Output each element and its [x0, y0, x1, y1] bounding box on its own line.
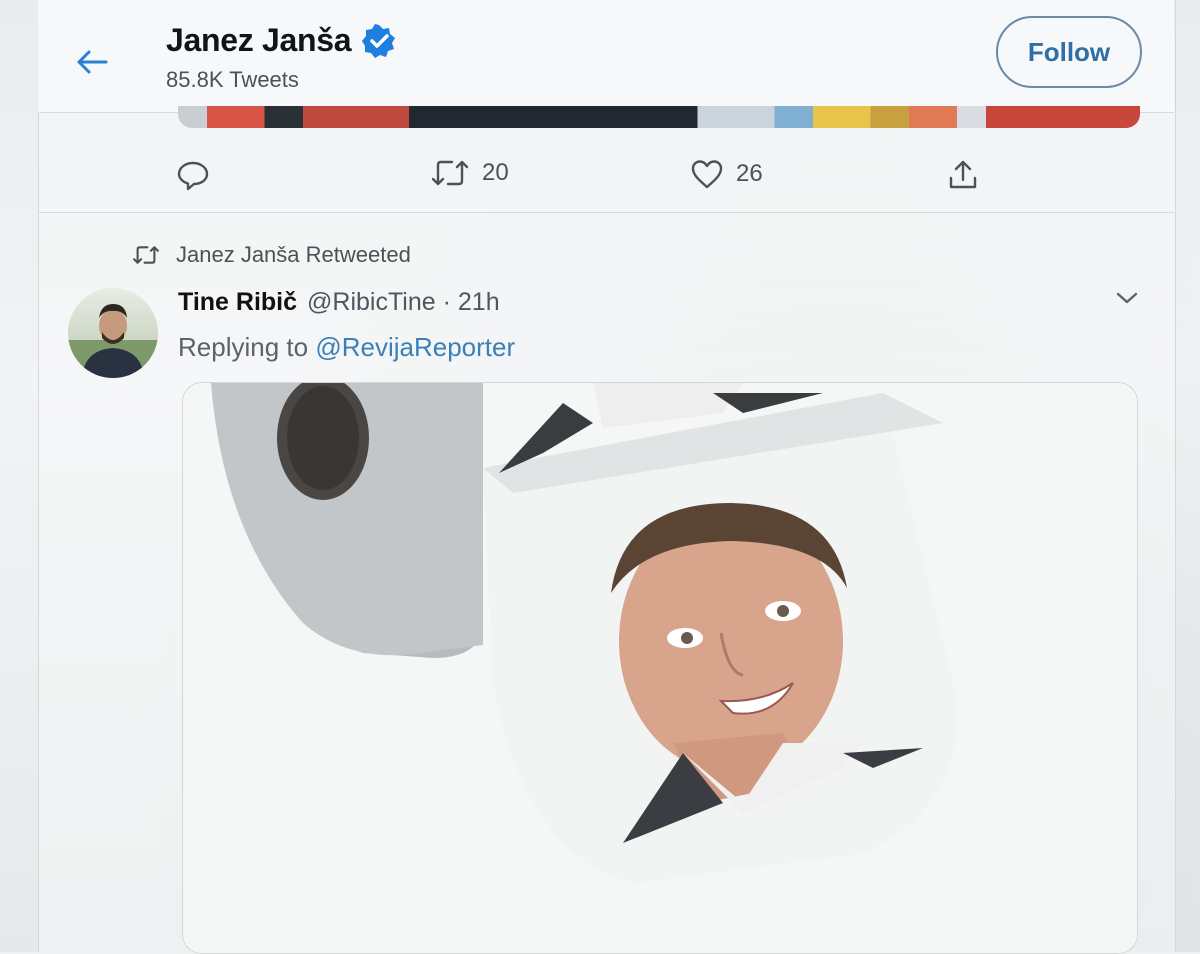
- retweet-icon: [133, 246, 159, 264]
- like-icon: [691, 160, 723, 189]
- retweeted-by-label: Janez Janša Retweeted: [176, 242, 411, 267]
- share-icon: [949, 160, 977, 189]
- author-name[interactable]: Tine Ribič: [178, 288, 297, 317]
- profile-title-block: Janez Janša 85.8K Tweets: [166, 22, 397, 93]
- like-count: 26: [736, 160, 763, 187]
- avatar[interactable]: [68, 288, 158, 378]
- replying-to-link[interactable]: @RevijaReporter: [315, 332, 515, 362]
- back-button[interactable]: [72, 42, 112, 82]
- previous-tweet-actions: 20 26: [38, 140, 1174, 213]
- page-title: Janez Janša: [166, 22, 397, 59]
- retweet-count: 20: [482, 159, 509, 186]
- tweet-author-row: Tine Ribič @RibicTine · 21h: [178, 288, 500, 317]
- avatar-photo: [68, 304, 158, 378]
- retweet-icon: [431, 160, 469, 186]
- retweet-notice[interactable]: Janez Janša Retweeted: [132, 242, 411, 268]
- replying-to-row: Replying to @RevijaReporter: [178, 332, 515, 363]
- replying-to-prefix: Replying to: [178, 332, 309, 362]
- reply-button[interactable]: [176, 158, 210, 192]
- media-illustration: [183, 383, 1137, 953]
- follow-button[interactable]: Follow: [996, 16, 1142, 88]
- back-arrow-icon: [77, 50, 108, 74]
- reply-icon: [177, 161, 209, 191]
- profile-name: Janez Janša: [166, 22, 352, 58]
- tweet-media-image[interactable]: [182, 382, 1138, 954]
- previous-tweet-image[interactable]: [178, 106, 1140, 128]
- retweet-button[interactable]: 20: [430, 158, 509, 188]
- share-button[interactable]: [946, 158, 980, 192]
- verified-badge-icon: [361, 23, 397, 59]
- author-handle-time[interactable]: @RibicTine · 21h: [307, 288, 500, 317]
- chevron-down-icon: [1116, 292, 1138, 304]
- like-button[interactable]: 26: [690, 158, 763, 190]
- tweet-menu-button[interactable]: [1112, 286, 1142, 310]
- tweet-count: 85.8K Tweets: [166, 67, 299, 92]
